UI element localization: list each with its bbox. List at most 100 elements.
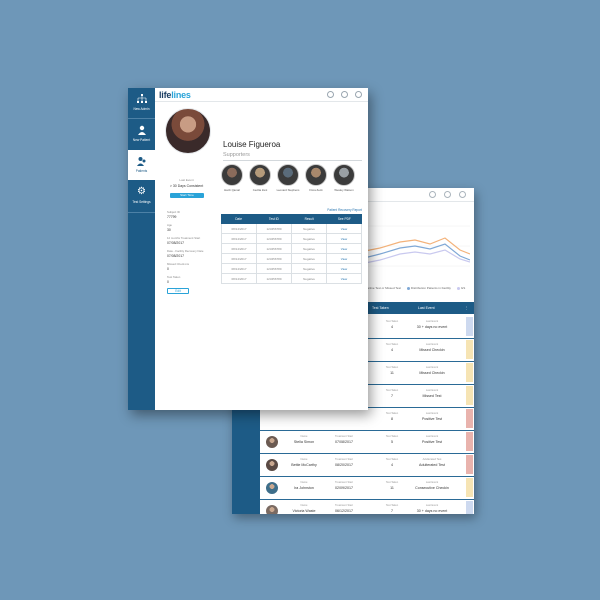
user-icon[interactable] [459, 191, 466, 198]
supporter-name: Cecilia Zeni [252, 188, 268, 192]
view-pdf-link[interactable]: View [327, 234, 362, 243]
notification-icon[interactable] [341, 91, 348, 98]
settings-icon[interactable] [327, 91, 334, 98]
row-cell: Name Victoria Waste [284, 504, 324, 513]
cell-label: Last Event [425, 389, 439, 392]
cell-value: 7 [391, 508, 393, 513]
table-cell: 08/14/2017 [222, 224, 257, 233]
cell-label: Last Event [425, 366, 439, 369]
table-cell: 08/14/2017 [222, 254, 257, 263]
supporter-avatar [305, 164, 327, 186]
sidebar-item-new-patient[interactable]: New Patient [128, 119, 155, 149]
table-row: 08/14/2017 123456789 Negative View [221, 244, 362, 254]
status-flag [466, 409, 473, 428]
cell-value: 4 [391, 462, 393, 467]
avatar [266, 436, 278, 448]
patient-row[interactable]: Name Victoria Waste Treatment Start 06/12/2… [260, 500, 474, 514]
table-cell: 08/14/2017 [222, 244, 257, 253]
row-cell: Last Event 30 + days no event [412, 504, 452, 513]
view-pdf-link[interactable]: View [327, 264, 362, 273]
field-label: Date - Facility Recovery Date [167, 249, 204, 253]
view-pdf-link[interactable]: View [327, 254, 362, 263]
table-cell: 123456789 [257, 274, 292, 283]
cell-value: Bettie McCarthy [291, 462, 317, 467]
row-cell: Test Taken 11 [372, 366, 412, 375]
field-label: 12 months Treatment Start [167, 236, 201, 240]
col-see-pdf[interactable]: See PDF [327, 214, 362, 224]
field-label: Age [167, 223, 172, 227]
supporter-item[interactable]: Hanh Qamal [220, 164, 244, 192]
col-result[interactable]: Result [292, 214, 327, 224]
row-cell: Last Event 30 + days no event [412, 320, 452, 329]
table-cell: Negative [292, 264, 327, 273]
avatar [266, 505, 278, 514]
cell-label: Test Taken [385, 366, 399, 369]
row-cell: Last Event Missed Checkin [412, 343, 452, 352]
col-date[interactable]: Date [221, 214, 256, 224]
more-options-icon[interactable]: ⋮ [465, 306, 469, 310]
patient-row[interactable]: Name Stella Simon Treatment Start 07/08/201… [260, 431, 474, 454]
row-cell: Treatment Start 06/12/2017 [324, 504, 364, 513]
recovery-report-link[interactable]: Patient Recovery Report [327, 208, 362, 212]
table-cell: Negative [292, 254, 327, 263]
sidebar-item-test-settings[interactable]: ⚙ Test Settings [128, 181, 155, 211]
table-cell: 08/14/2017 [222, 234, 257, 243]
patient-row[interactable]: Name Ira Johnston Treatment Start 02/09/201… [260, 477, 474, 500]
notification-icon[interactable] [444, 191, 451, 198]
table-row: 08/14/2017 123456789 Negative View [221, 254, 362, 264]
legend-dot-3 [456, 286, 460, 290]
cell-label: Last Event [425, 320, 439, 323]
view-pdf-link[interactable]: View [327, 274, 362, 283]
cell-label: Treatment Start [335, 481, 353, 484]
col-test-id[interactable]: Test ID [256, 214, 291, 224]
row-cell [324, 412, 364, 414]
table-row: 08/14/2017 123456789 Negative View [221, 264, 362, 274]
supporter-item[interactable]: Wesley Watson [332, 164, 356, 192]
cell-label: Last Event [425, 435, 439, 438]
col-last-event[interactable]: Last Event [418, 306, 435, 310]
supporter-item[interactable]: Flora Zeck [304, 164, 328, 192]
cell-label: Test Taken [385, 320, 399, 323]
patient-row[interactable]: Name Bettie McCarthy Treatment Start 08/20/… [260, 454, 474, 477]
supporter-item[interactable]: Leonard Stephens [276, 164, 300, 192]
cell-value: 4 [391, 347, 393, 352]
legend-item: GS [456, 286, 465, 290]
avatar [266, 482, 278, 494]
table-cell: 123456789 [257, 254, 292, 263]
sidebar-item-new-admin[interactable]: New Admin [128, 88, 155, 118]
col-test-taken[interactable]: Test Taken [372, 306, 389, 310]
field-value: 0 [167, 267, 169, 271]
app-logo[interactable]: lifelines [159, 90, 191, 100]
cell-value: Stella Simon [293, 439, 315, 444]
sidebar-item-label: Test Settings [132, 200, 151, 204]
row-cell: Last Event Missed Test [412, 389, 452, 398]
cell-value: 06/12/2017 [335, 508, 353, 513]
cell-value: Missed Checkin [419, 347, 445, 352]
cell-value: Positive Test [421, 416, 443, 421]
status-flag [466, 386, 473, 405]
view-button[interactable]: Start Time [170, 193, 204, 198]
cell-value: 11 [390, 370, 394, 375]
row-cell [284, 412, 324, 414]
edit-button[interactable]: Edit [167, 288, 189, 294]
view-pdf-link[interactable]: View [327, 244, 362, 253]
user-icon[interactable] [355, 91, 362, 98]
cell-value: Victoria Waste [292, 508, 316, 513]
cell-value: 30 + days no event [416, 508, 448, 513]
profile-column: Last Event > 30 Days Consistent Start Ti… [155, 102, 218, 410]
test-results-table: Date Test ID Result See PDF 08/14/2017 12… [221, 214, 362, 284]
patient-row[interactable]: Test Taken 8 Last Event Positive Test [260, 408, 474, 431]
table-cell: 08/14/2017 [222, 274, 257, 283]
chart-legend: Positive Test or Missed Test Distributio… [360, 286, 470, 290]
row-cell: Test Taken 4 [372, 343, 412, 352]
field-label: Missed Check-ins [167, 262, 190, 266]
supporter-item[interactable]: Cecilia Zeni [248, 164, 272, 192]
view-pdf-link[interactable]: View [327, 224, 362, 233]
cell-label: Last Event [425, 343, 439, 346]
sidebar-item-patients[interactable]: Patients [128, 150, 155, 180]
status-flag [466, 432, 473, 451]
legend-item: Distribution Patients in Facility [406, 286, 451, 290]
settings-icon[interactable] [429, 191, 436, 198]
status-flag [466, 317, 473, 336]
supporter-name: Leonard Stephens [276, 188, 300, 192]
